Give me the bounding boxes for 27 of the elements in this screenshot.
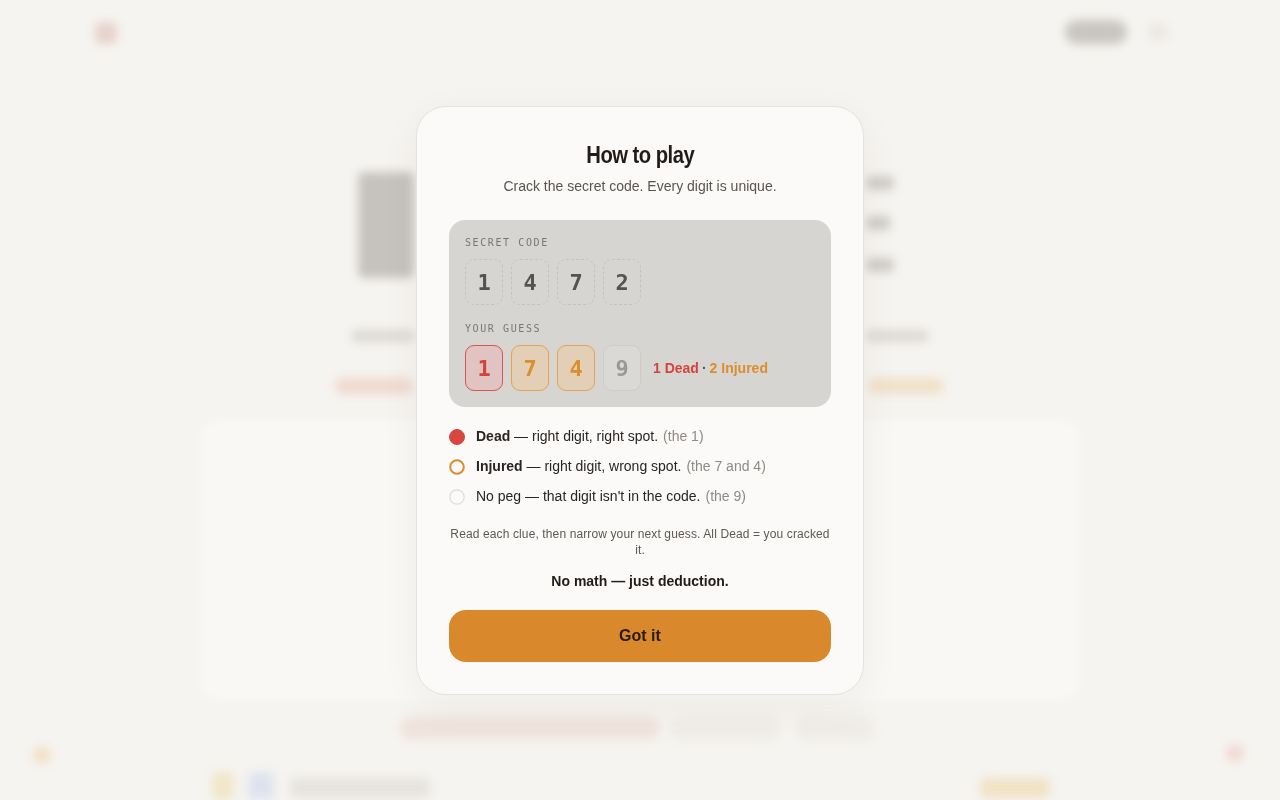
secret-digit-tile: 2 — [603, 259, 641, 305]
got-it-button[interactable]: Got it — [449, 610, 831, 662]
filled-peg-icon — [449, 428, 465, 445]
separator-text: · — [701, 358, 707, 378]
legend-text: No peg — that digit isn't in the code. — [476, 487, 701, 506]
hollow-peg-icon — [449, 458, 465, 475]
legend-hint: (the 1) — [663, 427, 704, 446]
legend-text: Dead — right digit, right spot. — [476, 427, 659, 446]
section-label: YOUR GUESS — [465, 323, 542, 335]
injured-count-text: 2 Injured — [709, 358, 768, 378]
guess-digit-tile: 9 — [603, 345, 641, 391]
tagline-text: No math — just deduction. — [551, 572, 729, 590]
legend-text: Injured — right digit, wrong spot. — [476, 457, 682, 476]
dead-count-text: 1 Dead — [653, 358, 699, 378]
section-label: SECRET CODE — [465, 237, 549, 249]
secret-digit-tile: 1 — [465, 259, 503, 305]
guess-digit-tile: 7 — [511, 345, 549, 391]
dialog-subtitle: Crack the secret code. Every digit is unique. — [503, 177, 777, 195]
legend-hint: (the 7 and 4) — [686, 457, 766, 476]
guess-digit-tile: 4 — [557, 345, 595, 391]
secret-digit-tile: 7 — [557, 259, 595, 305]
guess-digit-tile: 1 — [465, 345, 503, 391]
legend-hint: (the 9) — [705, 487, 746, 506]
dialog-title: How to play — [586, 141, 694, 169]
secret-digit-tile: 4 — [511, 259, 549, 305]
help-note: Read each clue, then narrow your next guess. All Dead = you cracked it. — [449, 526, 831, 558]
empty-peg-icon — [449, 488, 465, 505]
